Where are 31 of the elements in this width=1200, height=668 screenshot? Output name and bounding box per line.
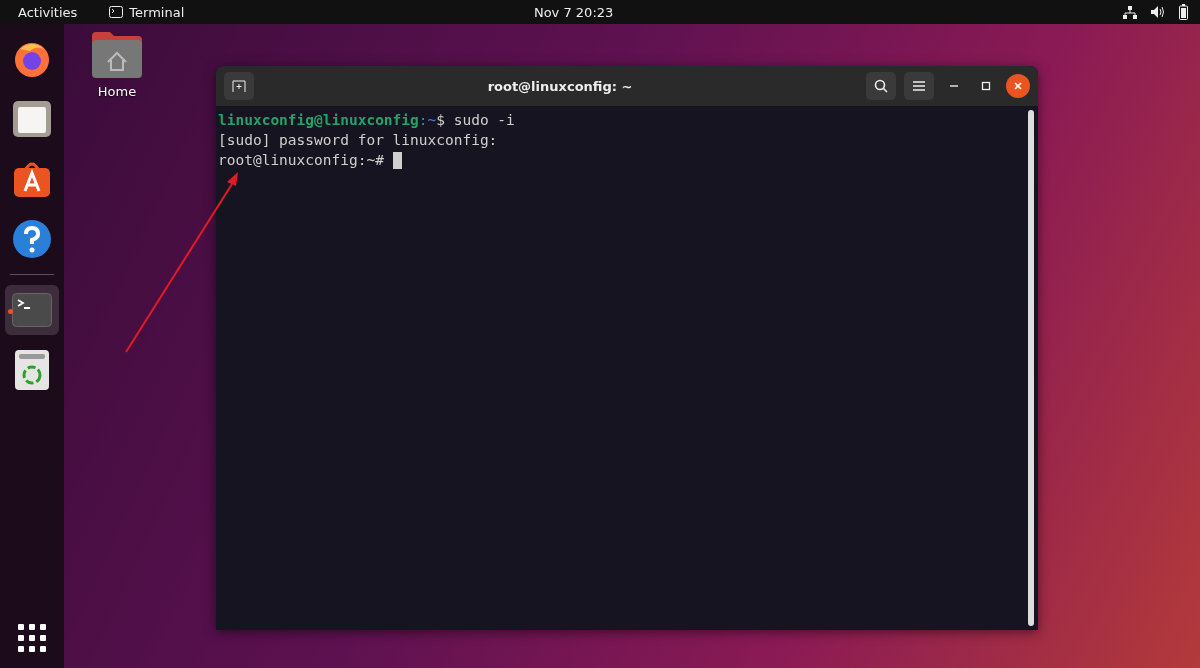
desktop-icon-label[interactable]: Home [97,84,137,99]
maximize-icon [981,81,991,91]
window-title: root@linuxconfig: ~ [486,78,634,94]
terminal-icon [12,293,52,327]
battery-icon[interactable] [1179,4,1188,20]
terminal-text: root@linuxconfig:~# [218,152,385,168]
help-icon [12,219,52,259]
app-menu[interactable]: Terminal [129,4,185,20]
close-button[interactable] [1006,74,1030,98]
terminal-icon [109,6,124,18]
close-icon [1013,81,1023,91]
menu-icon [913,81,925,91]
terminal-text: $ sudo -i [436,112,515,128]
new-tab-icon [232,80,246,92]
prompt-user: linuxconfig@linuxconfig [218,112,419,128]
clock[interactable]: Nov 7 20:23 [184,4,963,20]
menu-button[interactable] [904,72,934,100]
minimize-icon [949,85,959,87]
prompt-path: :~ [418,112,437,128]
trash-icon [15,350,49,390]
home-folder-icon[interactable] [92,32,142,78]
app-grid-icon[interactable] [18,624,46,652]
terminal-text: [sudo] password for linuxconfig: [218,132,498,148]
search-button[interactable] [866,72,896,100]
activities-button[interactable]: Activities [18,4,78,20]
network-icon[interactable] [1123,5,1137,19]
folder-icon [12,99,52,139]
scrollbar[interactable] [1028,110,1034,626]
search-icon [874,79,888,93]
volume-icon[interactable] [1151,6,1165,18]
new-tab-button[interactable] [224,72,254,100]
